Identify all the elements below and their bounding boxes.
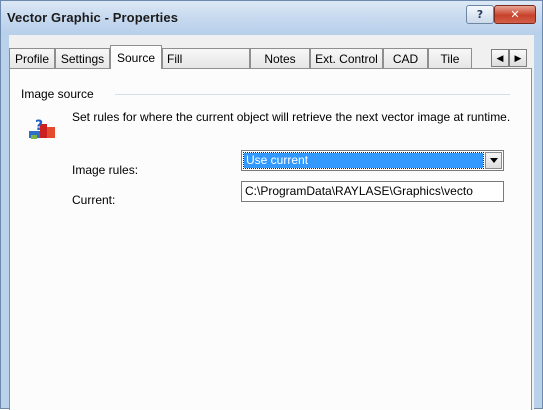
description-text: Set rules for where the current object w… xyxy=(72,110,511,124)
tab-source[interactable]: Source xyxy=(110,45,162,69)
tab-scroll-left-icon[interactable]: ◀ xyxy=(491,49,509,67)
current-label: Current: xyxy=(72,193,116,207)
close-icon: ✕ xyxy=(510,8,520,21)
image-rules-value: Use current xyxy=(243,152,484,169)
title-bar[interactable]: Vector Graphic - Properties ? ✕ xyxy=(1,1,542,35)
help-button[interactable]: ? xyxy=(466,5,494,24)
chevron-down-icon[interactable] xyxy=(485,152,502,169)
window-title: Vector Graphic - Properties xyxy=(7,10,179,25)
tab-notes[interactable]: Notes xyxy=(250,48,310,68)
help-icon: ? xyxy=(476,8,484,21)
tab-settings[interactable]: Settings xyxy=(55,48,110,68)
tab-profile[interactable]: Profile xyxy=(9,48,55,68)
image-rules-label: Image rules: xyxy=(72,163,139,177)
tab-fill[interactable]: Fill xyxy=(162,48,250,68)
client-area: Profile Settings Source Fill Notes Ext. … xyxy=(9,35,534,410)
tab-scroll-arrows: ◀ ▶ xyxy=(491,49,527,67)
svg-text:?: ? xyxy=(35,118,43,134)
properties-window: Vector Graphic - Properties ? ✕ Profile … xyxy=(0,0,543,410)
group-divider xyxy=(115,94,510,95)
tab-strip: Profile Settings Source Fill Notes Ext. … xyxy=(9,45,534,69)
close-button[interactable]: ✕ xyxy=(494,5,536,24)
source-panel: Image source ? Set rules for where the c… xyxy=(9,68,532,410)
tab-scroll-right-icon[interactable]: ▶ xyxy=(509,49,527,67)
tab-tile[interactable]: Tile xyxy=(428,48,472,68)
image-rules-select[interactable]: Use current xyxy=(241,150,504,171)
info-help-icon: ? xyxy=(29,118,55,139)
group-label-image-source: Image source xyxy=(21,87,97,101)
tab-ext-control[interactable]: Ext. Control xyxy=(310,48,383,68)
tab-cad[interactable]: CAD xyxy=(383,48,428,68)
current-path-field[interactable]: C:\ProgramData\RAYLASE\Graphics\vecto xyxy=(241,181,504,202)
